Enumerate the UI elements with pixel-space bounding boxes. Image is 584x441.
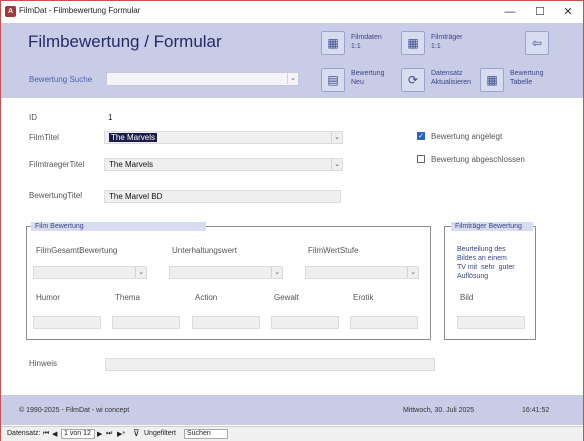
first-record-icon[interactable]: ⏮ <box>43 430 49 438</box>
gesamtbewertung-combobox[interactable]: ⌄ <box>33 266 147 279</box>
filmtitel-label: FilmTitel <box>29 133 59 142</box>
hinweis-field[interactable] <box>105 358 435 371</box>
film-bewertung-title: Film Bewertung <box>31 222 206 231</box>
humor-field[interactable] <box>33 316 101 329</box>
refresh-document-icon: ⟳ <box>407 73 419 87</box>
bewertung-abgeschlossen-checkbox[interactable] <box>417 155 425 163</box>
footer-date: Mittwoch, 30. Juli 2025 <box>403 407 475 414</box>
id-value: 1 <box>108 113 113 122</box>
filmwertstufe-label: FilmWertStufe <box>308 246 359 255</box>
record-position-input[interactable]: 1 von 12 <box>61 429 95 439</box>
gesamtbewertung-label: FilmGesamtBewertung <box>36 246 118 255</box>
filmtraegertitel-label: FilmtraegerTitel <box>29 160 85 169</box>
search-navigation-input[interactable]: Suchen <box>184 429 228 439</box>
bewertung-tabelle-button[interactable]: ▦ <box>480 68 504 92</box>
close-button[interactable]: ✕ <box>555 3 581 21</box>
previous-record-icon[interactable]: ◀ <box>52 430 57 438</box>
table-icon: ▦ <box>486 73 498 87</box>
chevron-down-icon[interactable]: ⌄ <box>331 159 342 170</box>
filmtraeger-button[interactable]: ▦ <box>401 31 425 55</box>
chevron-down-icon[interactable]: ⌄ <box>271 267 282 278</box>
bewertung-angelegt-checkbox[interactable]: ✓ <box>417 132 425 140</box>
unterhaltungswert-label: Unterhaltungswert <box>172 246 237 255</box>
bewertung-abgeschlossen-label: Bewertung abgeschlossen <box>431 155 525 164</box>
filter-status[interactable]: Ungefiltert <box>144 430 176 437</box>
maximize-button[interactable]: ☐ <box>527 3 553 21</box>
access-app-icon: A <box>5 6 16 17</box>
chevron-down-icon[interactable]: ⌄ <box>407 267 418 278</box>
search-combobox[interactable]: ⌄ <box>106 72 299 86</box>
title-bar: A FilmDat - Filmbewertung Formular — ☐ ✕ <box>1 1 583 23</box>
gewalt-label: Gewalt <box>274 293 299 302</box>
chevron-down-icon[interactable]: ⌄ <box>135 267 146 278</box>
form-footer: © 1990-2025 - FilmDat - wi concept Mittw… <box>1 395 583 425</box>
copyright-text: © 1990-2025 - FilmDat - wi concept <box>19 407 130 414</box>
datensatz-label: Datensatz: <box>7 430 41 437</box>
bewertungtitel-value: The Marvel BD <box>109 192 163 201</box>
thema-field[interactable] <box>112 316 180 329</box>
search-label: Bewertung Suche <box>29 75 93 84</box>
bewertungtitel-field[interactable]: The Marvel BD <box>104 190 341 203</box>
filmtraeger-description: Beurteilung des Bildes an einem TV mit s… <box>457 246 515 280</box>
form-header: Filmbewertung / Formular Bewertung Suche… <box>1 23 583 98</box>
record-navigation-bar: Datensatz: ⏮ ◀ 1 von 12 ▶ ⏭ ▶* ⊽ Ungefil… <box>1 426 583 441</box>
bewertung-neu-label: Bewertung Neu <box>351 70 385 86</box>
new-record-icon: ▤ <box>327 73 339 87</box>
filmtraeger-bewertung-title: Filmträger Bewertung <box>451 222 533 231</box>
filmtraegertitel-value: The Marvels <box>109 160 154 169</box>
unterhaltungswert-combobox[interactable]: ⌄ <box>169 266 283 279</box>
bewertungtitel-label: BewertungTitel <box>29 191 83 200</box>
filmdaten-button[interactable]: ▦ <box>321 31 345 55</box>
table-icon: ▦ <box>407 36 419 50</box>
filmtitel-combobox[interactable]: The Marvels ⌄ <box>104 131 343 144</box>
form-title: Filmbewertung / Formular <box>28 32 222 51</box>
bild-label: Bild <box>460 293 474 302</box>
hinweis-label: Hinweis <box>29 359 58 368</box>
exit-button[interactable]: ⇦ <box>525 31 549 55</box>
bild-field[interactable] <box>457 316 525 329</box>
action-label: Action <box>195 293 218 302</box>
erotik-field[interactable] <box>350 316 418 329</box>
exit-door-icon: ⇦ <box>531 36 543 50</box>
action-field[interactable] <box>192 316 260 329</box>
chevron-down-icon[interactable]: ⌄ <box>331 132 342 143</box>
chevron-down-icon[interactable]: ⌄ <box>287 73 298 84</box>
window-title: FilmDat - Filmbewertung Formular <box>19 6 141 15</box>
thema-label: Thema <box>115 293 140 302</box>
table-icon: ▦ <box>327 36 339 50</box>
datensatz-aktualisieren-label: Datensatz Aktualisieren <box>431 70 472 86</box>
humor-label: Humor <box>36 293 61 302</box>
bewertung-neu-button[interactable]: ▤ <box>321 68 345 92</box>
new-record-nav-icon[interactable]: ▶* <box>117 430 125 438</box>
bewertung-tabelle-label: Bewertung Tabelle <box>510 70 544 86</box>
filter-funnel-icon: ⊽ <box>133 428 140 438</box>
filmtraeger-label: Filmträger 1:1 <box>431 34 463 50</box>
filmwertstufe-combobox[interactable]: ⌄ <box>305 266 419 279</box>
footer-time: 16:41:52 <box>522 407 550 414</box>
filmtitel-value: The Marvels <box>109 133 158 142</box>
filmtraegertitel-combobox[interactable]: The Marvels ⌄ <box>104 158 343 171</box>
filmdaten-label: Filmdaten 1:1 <box>351 34 382 50</box>
erotik-label: Erotik <box>353 293 374 302</box>
last-record-icon[interactable]: ⏭ <box>106 430 112 438</box>
datensatz-aktualisieren-button[interactable]: ⟳ <box>401 68 425 92</box>
gewalt-field[interactable] <box>271 316 339 329</box>
bewertung-angelegt-label: Bewertung angelegt <box>431 132 503 141</box>
minimize-button[interactable]: — <box>497 3 523 21</box>
id-label: ID <box>29 113 37 122</box>
next-record-icon[interactable]: ▶ <box>97 430 102 438</box>
app-window: A FilmDat - Filmbewertung Formular — ☐ ✕… <box>0 0 584 441</box>
